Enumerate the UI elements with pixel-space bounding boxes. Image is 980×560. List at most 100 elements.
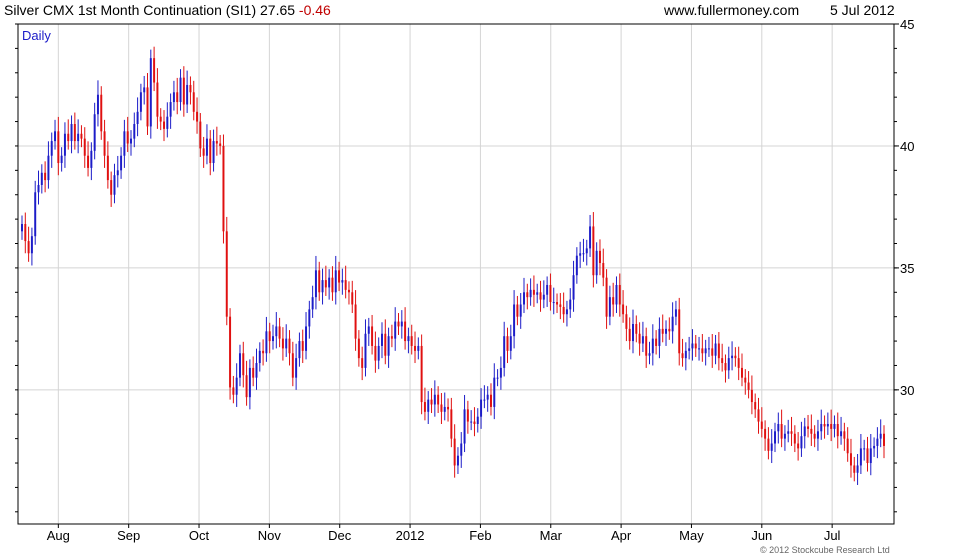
plot-area (18, 24, 894, 524)
candle-body (93, 114, 96, 151)
candle-body (856, 465, 859, 473)
candle-body (80, 133, 83, 139)
candle-body (87, 155, 90, 168)
x-tick-label: Dec (328, 528, 352, 543)
candle-body (793, 433, 796, 444)
candle-body (767, 438, 770, 451)
candle-body (90, 150, 93, 168)
candle-body (836, 424, 839, 437)
candle-body (196, 111, 199, 122)
x-tick-label: May (679, 528, 704, 543)
candle-body (579, 253, 582, 256)
candle-body (826, 424, 829, 427)
candle-body (288, 338, 291, 354)
candle-body (70, 124, 73, 142)
candle-body (734, 355, 737, 359)
candle-body (232, 387, 235, 395)
x-tick-label: Nov (258, 528, 282, 543)
candle-body (849, 453, 852, 466)
candle-body (618, 284, 621, 305)
candle-body (169, 102, 172, 117)
candle-body (34, 192, 37, 237)
candle-body (797, 443, 800, 449)
candle-body (622, 304, 625, 315)
candle-body (21, 224, 23, 232)
candle-body (44, 172, 47, 181)
candle-body (110, 180, 113, 195)
chart-title: Silver CMX 1st Month Continuation (SI1) … (4, 2, 296, 18)
candle-body (711, 348, 714, 356)
candle-body (499, 367, 502, 378)
candle-body (486, 394, 489, 400)
site-link[interactable]: www.fullermoney.com (664, 1, 799, 19)
candle-body (780, 424, 783, 439)
candle-body (605, 277, 608, 317)
candle-body (96, 94, 99, 115)
candle-body (328, 277, 331, 288)
candle-body (569, 299, 572, 310)
candle-body (57, 131, 60, 164)
candle-body (397, 321, 400, 327)
candle-body (387, 336, 390, 356)
candle-body (665, 328, 668, 334)
candle-body (612, 297, 615, 305)
candle-body (447, 406, 450, 410)
candle-body (777, 424, 780, 432)
candle-body (285, 338, 288, 349)
candle-body (641, 336, 644, 344)
candle-body (420, 345, 423, 403)
candle-body (480, 399, 483, 417)
candle-body (546, 284, 549, 295)
candle-body (803, 426, 806, 437)
candle-body (823, 424, 826, 427)
candle-body (427, 399, 430, 412)
candle-body (179, 77, 182, 103)
candle-body (430, 399, 433, 405)
candle-body (440, 404, 443, 412)
candle-body (235, 377, 238, 395)
candle-body (506, 336, 509, 351)
candle-body (516, 304, 519, 317)
candle-body (589, 226, 592, 249)
candle-body (205, 138, 208, 156)
y-tick-label: 30 (900, 383, 914, 398)
candle-body (774, 431, 777, 444)
candle-body (754, 402, 757, 410)
candle-body (377, 345, 380, 361)
candle-body (810, 428, 813, 434)
candle-body (291, 353, 294, 378)
candle-body (116, 170, 119, 176)
candle-body (347, 289, 350, 293)
candle-body (704, 348, 707, 354)
candle-body (750, 389, 753, 403)
candle-body (252, 367, 255, 378)
candle-body (334, 270, 337, 293)
candle-body (770, 443, 773, 451)
candle-body (503, 336, 506, 368)
candle-body (783, 433, 786, 439)
candle-body (519, 304, 522, 317)
candle-body (400, 321, 403, 327)
candle-body (229, 316, 232, 388)
candle-body (453, 438, 456, 466)
candle-body (694, 343, 697, 349)
candle-body (37, 184, 40, 193)
candle-body (476, 416, 479, 424)
candle-body (166, 116, 169, 129)
candle-body (338, 270, 341, 283)
candle-body (840, 431, 843, 437)
candle-body (129, 138, 132, 144)
candle-body (301, 341, 304, 351)
candle-body (324, 280, 327, 288)
candle-body (668, 328, 671, 332)
candle-body (186, 84, 189, 105)
candle-body (615, 284, 618, 305)
candle-body (159, 116, 162, 122)
x-tick-label: Jun (751, 528, 772, 543)
candle-body (258, 350, 261, 364)
candle-body (27, 241, 30, 254)
candle-body (582, 253, 585, 255)
candle-body (314, 270, 317, 298)
candle-body (552, 302, 555, 304)
candle-body (268, 331, 271, 342)
